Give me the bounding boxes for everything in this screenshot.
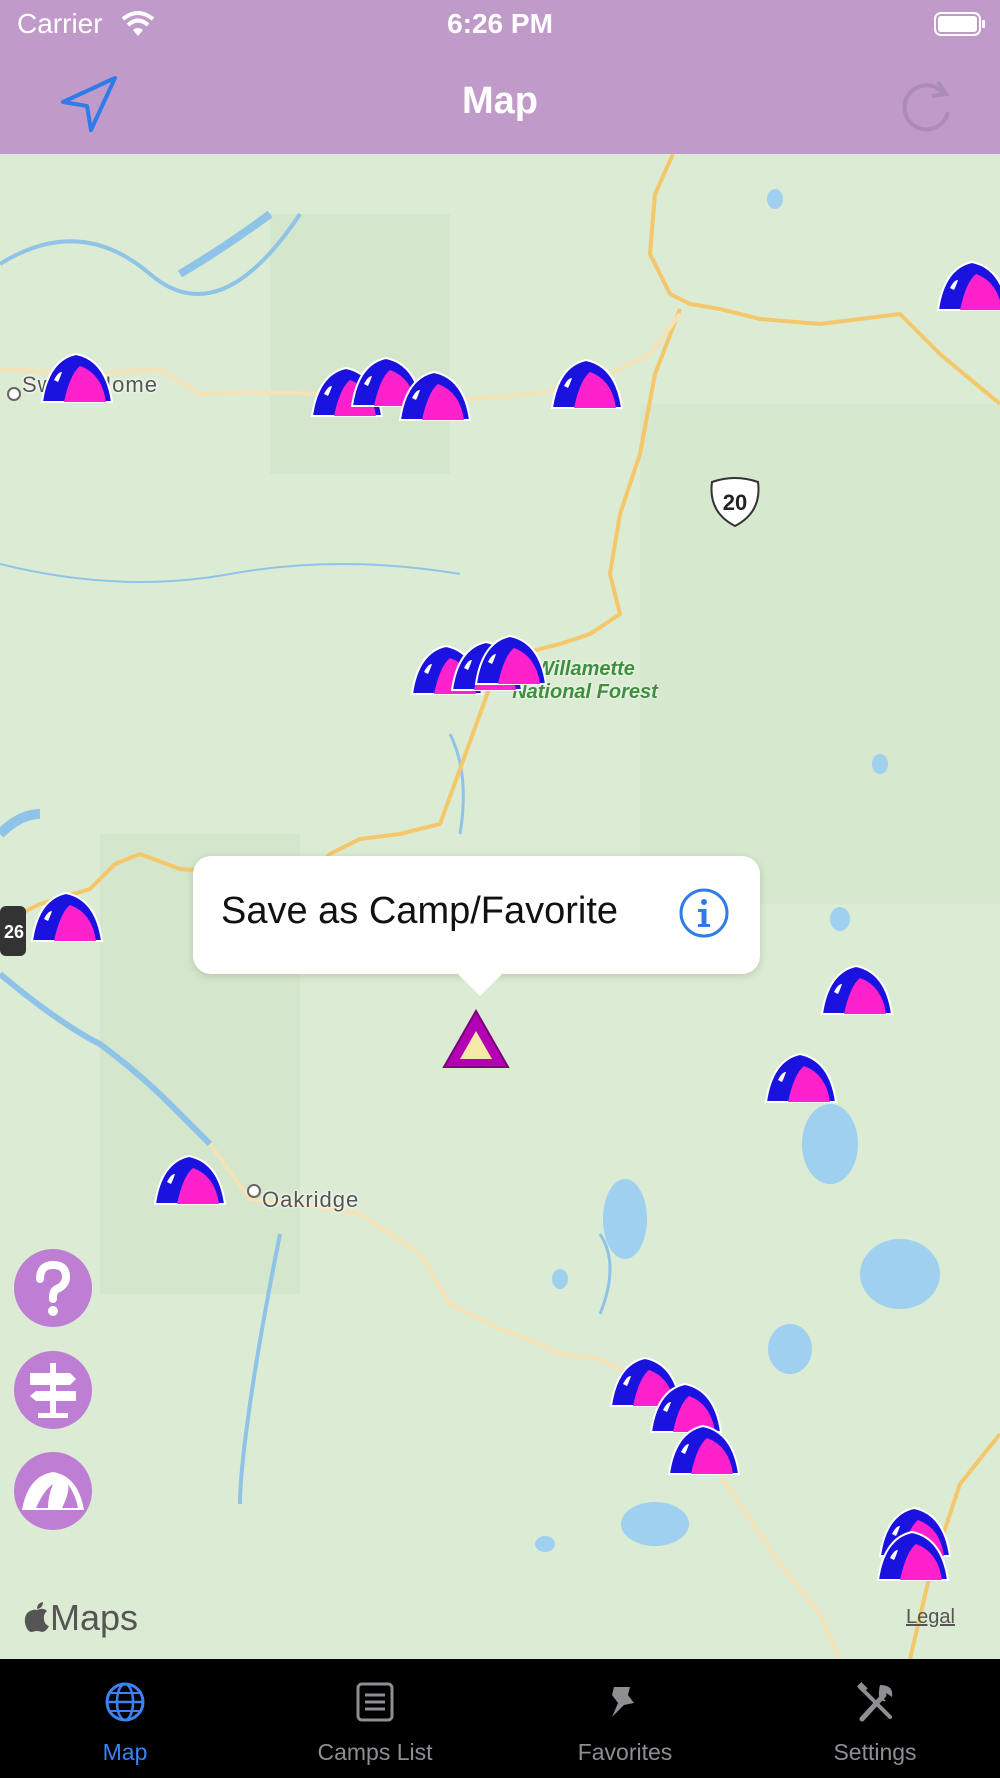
globe-icon (105, 1682, 145, 1722)
signpost-icon[interactable] (14, 1351, 92, 1429)
campsite-tent-icon[interactable] (40, 350, 114, 406)
campsite-tent-icon[interactable] (820, 962, 894, 1018)
save-camp-callout[interactable]: Save as Camp/Favorite (193, 856, 760, 996)
route-20-label: 20 (723, 490, 747, 515)
map-view[interactable]: 20 26 Sweet Home Oakridge Willamette Nat… (0, 154, 1000, 1659)
nav-bar: Map (0, 50, 1000, 154)
campsite-tent-icon[interactable] (474, 632, 548, 688)
tab-favorites[interactable]: Favorites (500, 1659, 750, 1778)
refresh-icon[interactable] (894, 72, 960, 138)
status-time: 6:26 PM (447, 8, 553, 39)
tab-settings[interactable]: Settings (750, 1659, 1000, 1778)
tab-label: Favorites (577, 1739, 673, 1765)
help-button[interactable] (14, 1249, 92, 1327)
legal-link[interactable]: Legal (906, 1606, 955, 1629)
campsite-tent-icon[interactable] (153, 1152, 227, 1208)
route-26-shield-icon: 26 (0, 906, 26, 956)
tab-camps-list[interactable]: Camps List (250, 1659, 500, 1778)
tent-button-icon[interactable] (14, 1452, 92, 1530)
campsite-tent-icon[interactable] (30, 889, 104, 945)
callout-text: Save as Camp/Favorite (221, 890, 619, 932)
campsite-tent-icon[interactable] (550, 356, 624, 412)
apple-maps-logo: Maps (24, 1597, 138, 1639)
tab-map[interactable]: Map (0, 1659, 250, 1778)
campsite-tent-icon[interactable] (876, 1528, 950, 1584)
campsite-tent-icon[interactable] (764, 1050, 838, 1106)
campsite-tent-icon[interactable] (936, 258, 1000, 314)
info-icon[interactable] (678, 887, 730, 939)
tab-label: Settings (833, 1739, 917, 1765)
route-26-label: 26 (4, 922, 24, 942)
tab-label: Camps List (317, 1739, 433, 1765)
apple-logo-icon (24, 1602, 49, 1632)
status-bar: Carrier 6:26 PM (0, 0, 1000, 50)
tools-icon (857, 1682, 893, 1722)
town-label-oakridge: Oakridge (262, 1187, 360, 1212)
tab-bar: Map Camps List Favorites Settings (0, 1659, 1000, 1778)
dropped-pin-icon[interactable] (440, 1007, 512, 1071)
pin-icon (612, 1687, 634, 1717)
battery-icon (934, 12, 985, 36)
list-icon (356, 1682, 394, 1722)
page-title: Map (462, 80, 538, 122)
campsite-tent-icon[interactable] (667, 1422, 741, 1478)
tab-label: Map (102, 1739, 148, 1765)
campsite-tent-icon[interactable] (398, 368, 472, 424)
route-20-shield-icon: 20 (710, 477, 760, 528)
maps-attribution: Maps (50, 1597, 139, 1638)
